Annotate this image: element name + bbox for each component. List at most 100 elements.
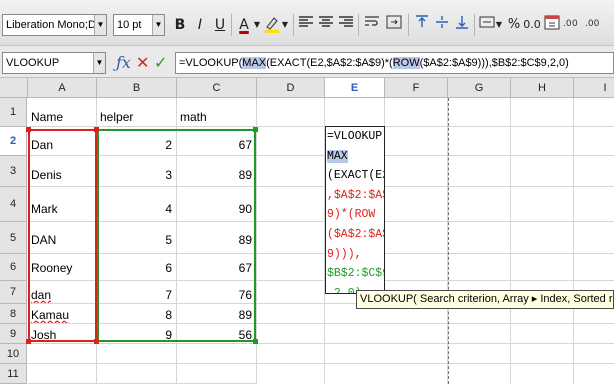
accept-icon[interactable]: ✓	[154, 52, 167, 74]
function-wizard-icon[interactable]: ƒx	[116, 52, 131, 74]
cell-b1[interactable]: helper	[97, 98, 177, 127]
column-header-i[interactable]: I	[574, 78, 614, 98]
cell-c11[interactable]	[177, 364, 257, 384]
row-header-7[interactable]: 7	[0, 281, 27, 304]
select-all-corner[interactable]	[0, 78, 28, 98]
date-format-icon[interactable]	[542, 14, 562, 36]
name-box[interactable]: VLOOKUP ▼	[2, 52, 106, 74]
align-left-icon[interactable]	[296, 14, 316, 36]
chevron-down-icon[interactable]: ▼	[93, 53, 105, 73]
bold-button[interactable]: B	[170, 14, 190, 36]
align-bottom-icon[interactable]	[452, 14, 472, 36]
range-handle[interactable]	[94, 127, 99, 132]
row-header-4[interactable]: 4	[0, 187, 27, 222]
cancel-icon[interactable]: ✕	[136, 52, 149, 74]
row-header-10[interactable]: 10	[0, 344, 27, 364]
edit-line: 9))),	[327, 247, 362, 261]
cell-a11[interactable]	[28, 364, 97, 384]
range-handle[interactable]	[253, 127, 258, 132]
column-header-h[interactable]: H	[511, 78, 574, 98]
row-header-2[interactable]: 2	[0, 127, 27, 156]
edit-line: MAX	[327, 147, 384, 167]
svg-text:.0: .0	[563, 19, 572, 29]
cell-b11[interactable]	[97, 364, 177, 384]
highlight-icon[interactable]	[262, 14, 282, 36]
wrap-text-icon[interactable]	[362, 14, 382, 36]
column-header-d[interactable]: D	[257, 78, 325, 98]
range-handle[interactable]	[94, 339, 99, 344]
formatting-toolbar: Liberation Mono;Deja ▼ 10 pt ▼ B I U A ▼…	[0, 0, 614, 46]
italic-button[interactable]: I	[190, 14, 210, 36]
formula-text: =VLOOKUP(	[179, 57, 243, 69]
formula-bar: VLOOKUP ▼ ƒx ✕ ✓ =VLOOKUP(MAX(EXACT(E2,$…	[0, 46, 614, 78]
font-size-value: 10 pt	[117, 19, 142, 31]
column-header-b[interactable]: B	[97, 78, 177, 98]
range-highlight-bc	[97, 129, 256, 342]
edit-line: ($A$2:$A$	[327, 227, 385, 241]
range-highlight-a	[28, 129, 97, 342]
range-handle[interactable]	[26, 127, 31, 132]
column-header-e[interactable]: E	[325, 78, 385, 98]
edit-line: 9)*(ROW	[327, 208, 376, 222]
cell-c1[interactable]: math	[177, 98, 257, 127]
toolbar-separator	[408, 14, 409, 36]
edit-line: =VLOOKUP(	[327, 130, 385, 143]
cell-a1[interactable]: Name	[28, 98, 97, 127]
chevron-down-icon[interactable]: ▼	[494, 14, 504, 36]
row-header-3[interactable]: 3	[0, 156, 27, 187]
cell-b10[interactable]	[97, 344, 177, 364]
svg-text:0: 0	[572, 19, 578, 29]
row-header-5[interactable]: 5	[0, 222, 27, 254]
chevron-down-icon[interactable]: ▼	[252, 14, 262, 36]
chevron-down-icon[interactable]: ▼	[94, 15, 106, 35]
cell-c10[interactable]	[177, 344, 257, 364]
toolbar-separator	[474, 14, 475, 36]
toolbar-separator	[293, 14, 294, 36]
range-handle[interactable]	[26, 339, 31, 344]
align-center-icon[interactable]	[316, 14, 336, 36]
cell-a10[interactable]	[28, 344, 97, 364]
underline-button[interactable]: U	[210, 14, 230, 36]
name-box-value: VLOOKUP	[6, 57, 60, 69]
row-header-6[interactable]: 6	[0, 254, 27, 281]
font-size-combo[interactable]: 10 pt ▼	[113, 14, 165, 36]
row-header-1[interactable]: 1	[0, 98, 27, 127]
range-handle[interactable]	[253, 339, 258, 344]
formula-text: ($A$2:$A$9))),$B$2:$C$9,2,0)	[419, 57, 569, 69]
svg-text:.00: .00	[585, 19, 600, 29]
percent-button[interactable]: %	[504, 14, 524, 36]
edit-line: (EXACT(E2	[327, 169, 385, 183]
align-right-icon[interactable]	[336, 14, 356, 36]
column-header-f[interactable]: F	[385, 78, 448, 98]
font-name-value: Liberation Mono;Deja	[6, 19, 107, 31]
grid-lines	[257, 126, 614, 364]
edit-line: $B$2:$C$9	[327, 267, 385, 281]
column-header-c[interactable]: C	[177, 78, 257, 98]
toolbar-separator	[231, 14, 232, 36]
cell-e2-editor[interactable]: =VLOOKUP( MAX (EXACT(E2 ,$A$2:$A$ 9)*(RO…	[325, 126, 385, 294]
formula-text-highlight: MAX	[242, 57, 267, 69]
function-tooltip: VLOOKUP( Search criterion, Array ▸ Index…	[356, 290, 614, 309]
align-top-icon[interactable]	[412, 14, 432, 36]
merge-cells-icon[interactable]	[384, 14, 404, 36]
page-break-line	[448, 98, 449, 384]
row-header-9[interactable]: 9	[0, 324, 27, 344]
column-header-a[interactable]: A	[28, 78, 97, 98]
toolbar-separator	[358, 14, 359, 36]
edit-line: ,$A$2:$A$	[327, 188, 385, 202]
row-header-11[interactable]: 11	[0, 364, 27, 384]
row-header-8[interactable]: 8	[0, 304, 27, 324]
chevron-down-icon[interactable]: ▼	[280, 14, 290, 36]
font-color-button[interactable]: A	[234, 14, 254, 36]
column-header-g[interactable]: G	[448, 78, 511, 98]
formula-input[interactable]: =VLOOKUP(MAX(EXACT(E2,$A$2:$A$9)*(ROW($A…	[175, 52, 614, 74]
number-format-button[interactable]: 0.0	[522, 14, 542, 36]
delete-decimal-icon[interactable]: .00	[584, 14, 604, 36]
align-middle-icon[interactable]	[432, 14, 452, 36]
formula-text: (EXACT(E2,$A$2:$A$9)*(	[266, 57, 393, 69]
add-decimal-icon[interactable]: .0 0	[562, 14, 582, 36]
chevron-down-icon[interactable]: ▼	[152, 15, 164, 35]
font-name-combo[interactable]: Liberation Mono;Deja ▼	[2, 14, 107, 36]
formula-text-highlight: ROW	[392, 57, 420, 69]
edit-highlight: MAX	[327, 149, 348, 163]
